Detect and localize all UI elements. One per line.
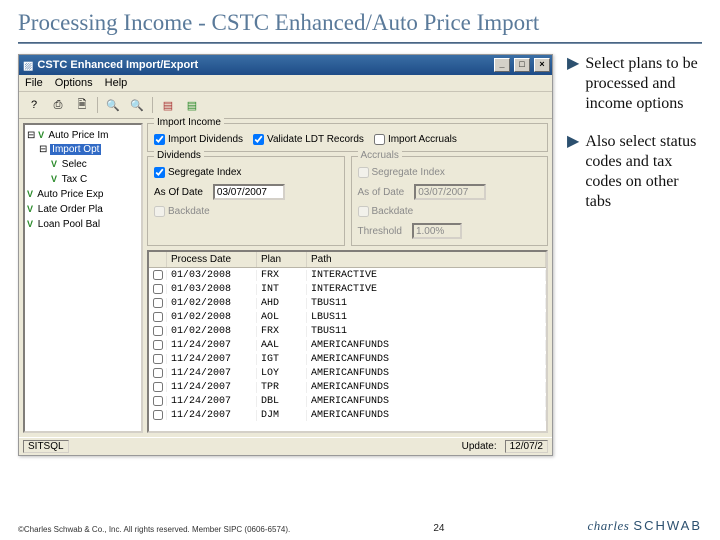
titlebar: ▨ CSTC Enhanced Import/Export _ □ × xyxy=(19,55,552,75)
row-checkbox[interactable] xyxy=(153,326,163,336)
help-icon[interactable]: ? xyxy=(23,95,45,115)
group-import-income: Import Income Import Dividends Validate … xyxy=(147,123,548,152)
table-row[interactable]: 11/24/2007TPRAMERICANFUNDS xyxy=(149,380,546,394)
row-checkbox[interactable] xyxy=(153,312,163,322)
tree-node[interactable]: ⊟ Import Opt xyxy=(27,143,139,157)
menu-options[interactable]: Options xyxy=(55,77,93,89)
col-plan[interactable]: Plan xyxy=(257,252,307,267)
statusbar: SITSQL Update: 12/07/2 xyxy=(19,437,552,455)
doc-icon[interactable]: 🗎 xyxy=(71,95,93,115)
list-header: Process Date Plan Path xyxy=(149,252,546,268)
bullet-text: Select plans to be processed and income … xyxy=(585,54,702,114)
status-db: SITSQL xyxy=(23,440,69,453)
tree-node[interactable]: V Selec xyxy=(27,157,139,172)
bullet-icon: ▶ xyxy=(567,132,579,212)
label-acc-asof: As of Date xyxy=(358,187,405,198)
toolbar: ? ⎙ 🗎 🔍 🔍 ▤ ▤ xyxy=(19,92,552,119)
toolbar-separator xyxy=(97,97,98,113)
row-checkbox[interactable] xyxy=(153,284,163,294)
window-title: CSTC Enhanced Import/Export xyxy=(37,59,198,71)
table-row[interactable]: 11/24/2007AALAMERICANFUNDS xyxy=(149,338,546,352)
toolbar-separator xyxy=(152,97,153,113)
search-green-icon[interactable]: 🔍 xyxy=(126,95,148,115)
group-title: Dividends xyxy=(154,150,204,161)
group-title: Accruals xyxy=(358,150,402,161)
col-process-date[interactable]: Process Date xyxy=(167,252,257,267)
print-icon[interactable]: ⎙ xyxy=(47,95,69,115)
input-div-asof[interactable] xyxy=(213,184,285,200)
cb-import-dividends[interactable]: Import Dividends xyxy=(154,134,243,145)
table-row[interactable]: 01/02/2008AOLLBUS11 xyxy=(149,310,546,324)
app-window: ▨ CSTC Enhanced Import/Export _ □ × File… xyxy=(18,54,553,456)
close-button[interactable]: × xyxy=(534,58,550,72)
input-acc-asof xyxy=(414,184,486,200)
minimize-button[interactable]: _ xyxy=(494,58,510,72)
slide-bullets: ▶Select plans to be processed and income… xyxy=(553,54,702,456)
cb-div-segregate[interactable]: Segregate Index xyxy=(154,167,241,178)
row-checkbox[interactable] xyxy=(153,270,163,280)
db-red-icon[interactable]: ▤ xyxy=(157,95,179,115)
cb-acc-backdate: Backdate xyxy=(358,206,414,217)
group-title: Import Income xyxy=(154,117,224,128)
row-checkbox[interactable] xyxy=(153,410,163,420)
status-update-label: Update: xyxy=(462,441,497,452)
col-checkbox[interactable] xyxy=(149,252,167,267)
label-div-asof: As Of Date xyxy=(154,187,203,198)
table-row[interactable]: 01/03/2008INTINTERACTIVE xyxy=(149,282,546,296)
tree-node[interactable]: V Loan Pool Bal xyxy=(27,217,139,232)
row-checkbox[interactable] xyxy=(153,382,163,392)
table-row[interactable]: 01/03/2008FRXINTERACTIVE xyxy=(149,268,546,282)
schwab-logo: charles SCHWAB xyxy=(588,518,702,534)
db-green-icon[interactable]: ▤ xyxy=(181,95,203,115)
group-accruals: Accruals Segregate Index As of Date Back… xyxy=(351,156,549,246)
row-checkbox[interactable] xyxy=(153,396,163,406)
page-number: 24 xyxy=(433,523,444,534)
app-icon: ▨ xyxy=(23,59,33,72)
table-row[interactable]: 11/24/2007LOYAMERICANFUNDS xyxy=(149,366,546,380)
search-red-icon[interactable]: 🔍 xyxy=(102,95,124,115)
table-row[interactable]: 11/24/2007DBLAMERICANFUNDS xyxy=(149,394,546,408)
cb-div-backdate[interactable]: Backdate xyxy=(154,206,210,217)
input-acc-threshold xyxy=(412,223,462,239)
slide-title: Processing Income - CSTC Enhanced/Auto P… xyxy=(0,0,720,42)
row-checkbox[interactable] xyxy=(153,354,163,364)
menubar: File Options Help xyxy=(19,75,552,92)
cb-acc-segregate: Segregate Index xyxy=(358,167,445,178)
table-row[interactable]: 11/24/2007IGTAMERICANFUNDS xyxy=(149,352,546,366)
menu-help[interactable]: Help xyxy=(105,77,128,89)
row-checkbox[interactable] xyxy=(153,298,163,308)
col-path[interactable]: Path xyxy=(307,252,546,267)
title-rule xyxy=(18,42,702,44)
maximize-button[interactable]: □ xyxy=(514,58,530,72)
row-checkbox[interactable] xyxy=(153,340,163,350)
table-row[interactable]: 11/24/2007DJMAMERICANFUNDS xyxy=(149,408,546,422)
nav-tree[interactable]: ⊟ V Auto Price Im⊟ Import OptV SelecV Ta… xyxy=(23,123,143,433)
tree-node[interactable]: V Auto Price Exp xyxy=(27,187,139,202)
table-row[interactable]: 01/02/2008AHDTBUS11 xyxy=(149,296,546,310)
row-checkbox[interactable] xyxy=(153,368,163,378)
menu-file[interactable]: File xyxy=(25,77,43,89)
copyright: ©Charles Schwab & Co., Inc. All rights r… xyxy=(18,525,290,534)
tree-node[interactable]: V Late Order Pla xyxy=(27,202,139,217)
tree-node[interactable]: ⊟ V Auto Price Im xyxy=(27,128,139,143)
process-list: Process Date Plan Path 01/03/2008FRXINTE… xyxy=(147,250,548,433)
cb-validate-ldt[interactable]: Validate LDT Records xyxy=(253,134,364,145)
bullet-text: Also select status codes and tax codes o… xyxy=(585,132,702,212)
bullet-icon: ▶ xyxy=(567,54,579,114)
cb-import-accruals[interactable]: Import Accruals xyxy=(374,134,457,145)
status-update-value: 12/07/2 xyxy=(505,440,548,453)
label-acc-threshold: Threshold xyxy=(358,226,402,237)
group-dividends: Dividends Segregate Index As Of Date Bac… xyxy=(147,156,345,246)
table-row[interactable]: 01/02/2008FRXTBUS11 xyxy=(149,324,546,338)
tree-node[interactable]: V Tax C xyxy=(27,172,139,187)
